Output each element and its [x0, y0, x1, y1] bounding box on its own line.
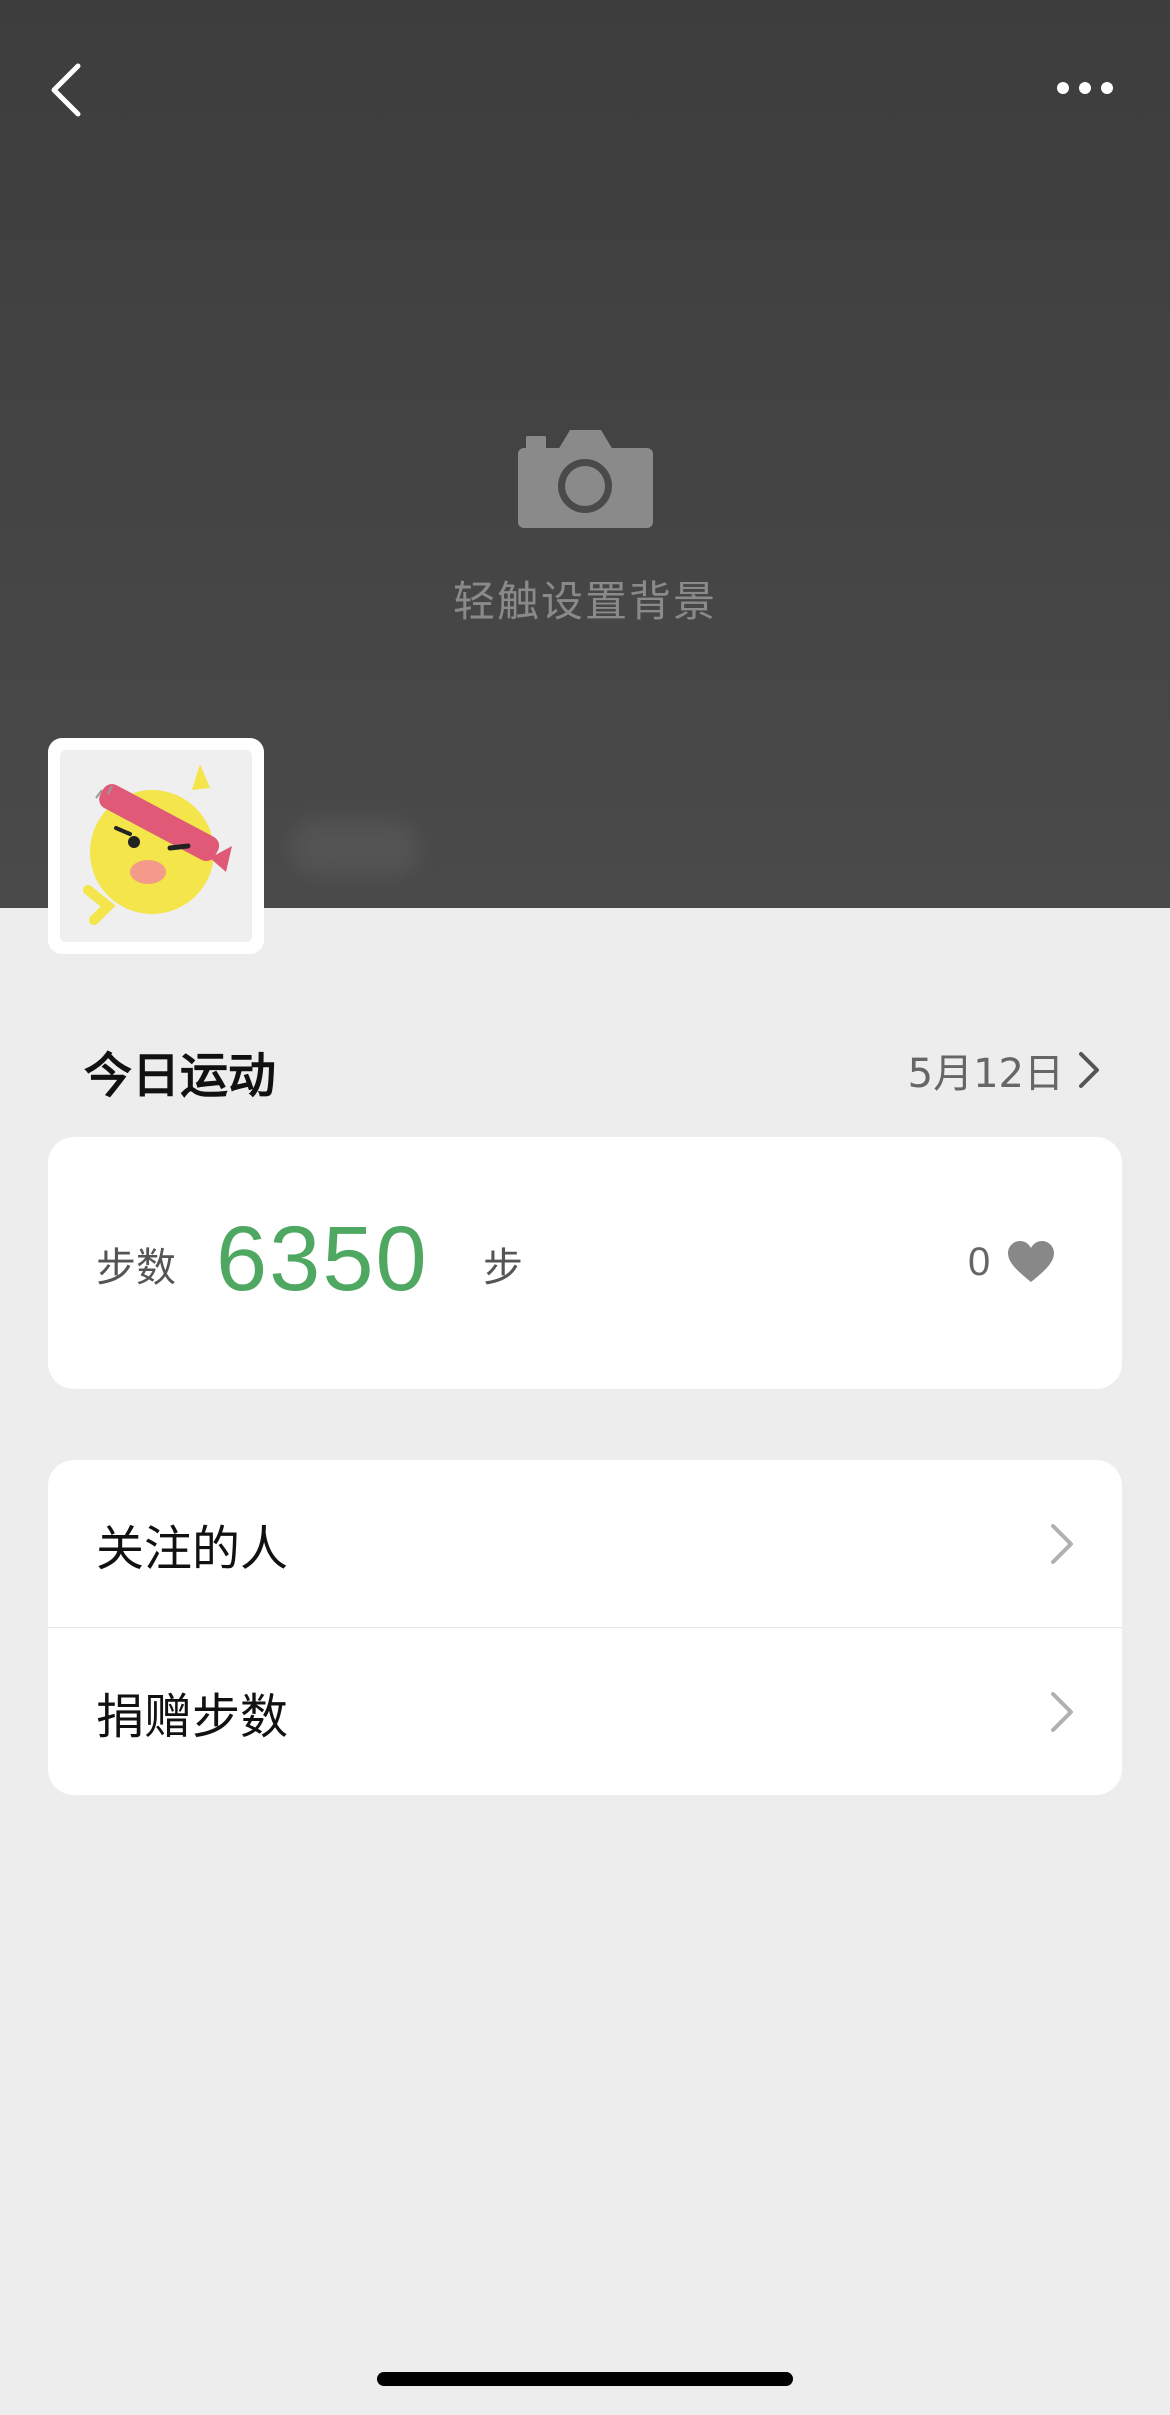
menu-item-label: 关注的人 [96, 1520, 289, 1577]
ellipsis-icon [1057, 82, 1113, 94]
menu-item-label: 捐赠步数 [96, 1688, 289, 1745]
more-button[interactable] [1040, 60, 1130, 116]
avatar-image [60, 750, 252, 942]
set-background-button[interactable]: 轻触设置背景 [385, 420, 785, 640]
date-selector[interactable]: 5月12日 [860, 1040, 1100, 1100]
date-label: 5月12日 [907, 1051, 1064, 1097]
home-indicator[interactable] [377, 2372, 793, 2386]
menu-item-donate-steps[interactable]: 捐赠步数 [48, 1628, 1122, 1795]
chevron-left-icon [51, 63, 81, 117]
chevron-right-icon [1051, 1524, 1073, 1564]
steps-value: 6350 [216, 1208, 429, 1310]
steps-label: 步数 [96, 1245, 176, 1291]
chevron-right-icon [1079, 1052, 1099, 1088]
menu-card: 关注的人 捐赠步数 [48, 1460, 1122, 1795]
set-background-label: 轻触设置背景 [452, 577, 717, 626]
like-count: 0 [968, 1239, 991, 1284]
steps-unit: 步 [483, 1245, 523, 1291]
blurred-username [290, 820, 420, 876]
steps-card[interactable]: 步数 6350 步 0 [48, 1137, 1122, 1389]
avatar[interactable] [48, 738, 264, 954]
heart-icon [1008, 1241, 1055, 1282]
today-exercise-title: 今日运动 [84, 1048, 277, 1104]
menu-item-following[interactable]: 关注的人 [48, 1460, 1122, 1627]
camera-icon [518, 430, 653, 528]
back-button[interactable] [40, 55, 90, 125]
like-button[interactable]: 0 [968, 1227, 1056, 1297]
chevron-right-icon [1051, 1692, 1073, 1732]
